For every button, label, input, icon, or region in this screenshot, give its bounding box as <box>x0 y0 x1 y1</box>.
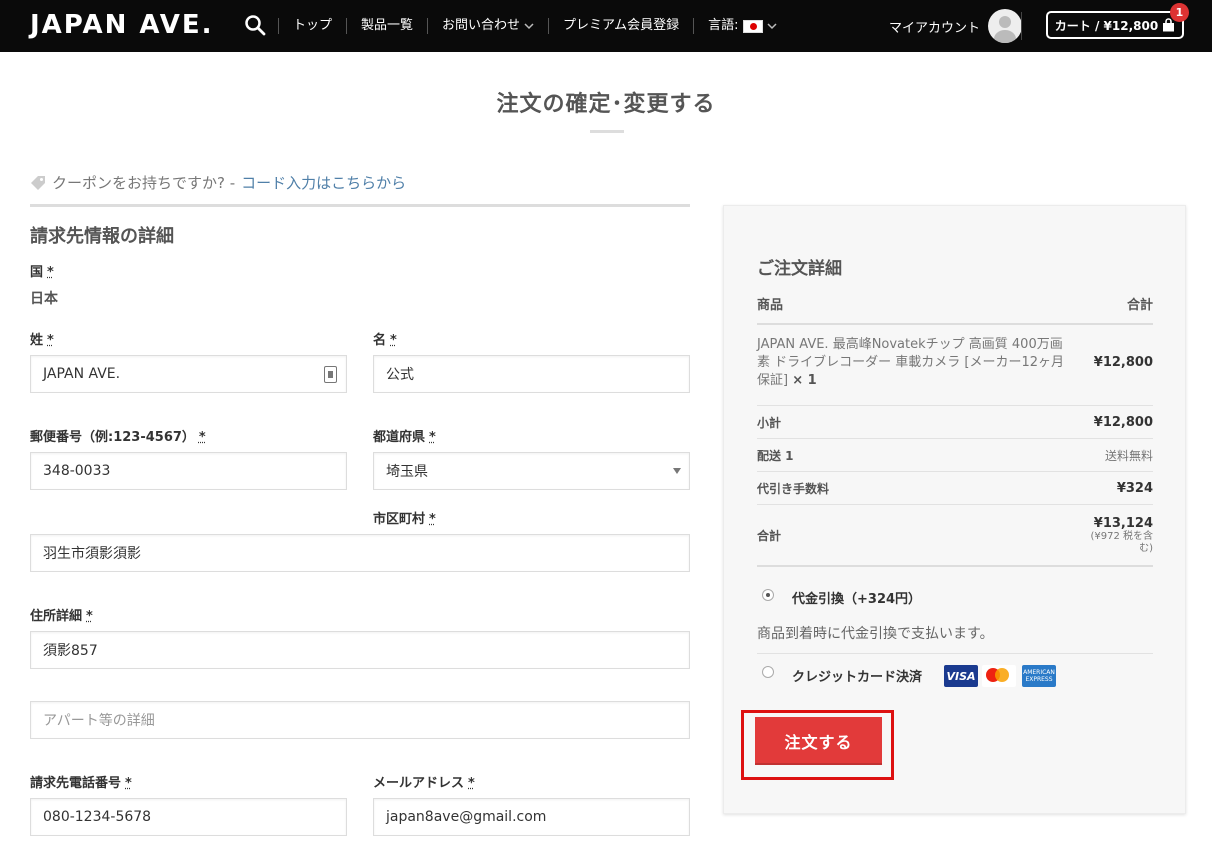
visa-icon: VISA <box>944 665 978 687</box>
main-nav: トップ 製品一覧 お問い合わせ プレミアム会員登録 言語: <box>278 0 791 52</box>
product-price: ¥12,800 <box>1093 355 1153 370</box>
order-summary-panel: ご注文詳細 商品 合計 JAPAN AVE. 最高峰Novatekチップ 高画質… <box>723 205 1186 814</box>
cart-label: カート / ¥12,800 <box>1054 18 1159 33</box>
payment-card-label[interactable]: クレジットカード決済 <box>792 666 922 685</box>
email-field[interactable]: japan8ave@gmail.com <box>373 798 690 836</box>
country-value: 日本 <box>30 291 58 307</box>
postcode-label: 郵便番号（例:123-4567） * <box>30 430 206 445</box>
contact-card-icon[interactable] <box>324 366 337 383</box>
shipping-row: 配送 1 送料無料 <box>757 439 1153 472</box>
coupon-link[interactable]: コード入力はこちらから <box>241 172 406 193</box>
nav-item-premium[interactable]: プレミアム会員登録 <box>548 18 693 34</box>
tag-icon <box>31 175 45 190</box>
billing-section-title: 請求先情報の詳細 <box>30 226 174 247</box>
title-underline <box>590 130 624 133</box>
amex-icon: AMERICAN EXPRESS <box>1022 665 1056 687</box>
coupon-notice: クーポンをお持ちですか? - コード入力はこちらから <box>30 172 406 193</box>
address-label: 住所詳細 * <box>30 609 93 624</box>
dropdown-caret-icon <box>673 468 681 474</box>
site-logo[interactable]: JAPAN AVE. <box>30 10 214 40</box>
coupon-divider <box>30 204 690 207</box>
subtotal-row: 小計 ¥12,800 <box>757 406 1153 439</box>
country-label: 国 * <box>30 265 54 280</box>
nav-item-top[interactable]: トップ <box>278 18 346 34</box>
nav-item-language[interactable]: 言語: <box>693 18 790 34</box>
prefecture-label: 都道府県 * <box>373 430 436 445</box>
city-label: 市区町村 * <box>373 512 436 527</box>
my-account-link[interactable]: マイアカウント <box>889 0 1023 52</box>
phone-field[interactable]: 080-1234-5678 <box>30 798 347 836</box>
prefecture-select[interactable]: 埼玉県 <box>373 452 690 490</box>
top-navbar: JAPAN AVE. トップ 製品一覧 お問い合わせ プレミアム会員登録 言語:… <box>0 0 1212 52</box>
total-value: ¥13,124 <box>1093 515 1153 531</box>
address2-field[interactable]: アパート等の詳細 <box>30 701 690 739</box>
product-name: JAPAN AVE. 最高峰Novatekチップ 高画質 400万画素 ドライブ… <box>757 336 1065 388</box>
cart-count-badge: 1 <box>1170 3 1189 22</box>
address-field[interactable]: 須影857 <box>30 631 690 669</box>
payment-cod-description: 商品到着時に代金引換で支払います。 <box>757 626 994 642</box>
cart-button[interactable]: カート / ¥12,800 <box>1046 11 1184 39</box>
col-product: 商品 <box>757 298 784 313</box>
order-summary-title: ご注文詳細 <box>757 259 842 279</box>
first-name-field[interactable]: 公式 <box>373 355 690 393</box>
place-order-button[interactable]: 注文する <box>755 717 882 765</box>
nav-item-products[interactable]: 製品一覧 <box>346 18 427 34</box>
search-icon[interactable] <box>244 14 266 36</box>
payment-cod-radio[interactable] <box>762 589 774 601</box>
chevron-down-icon <box>524 23 534 30</box>
tax-note: (¥972 税を含む) <box>1090 530 1153 554</box>
order-item-row: JAPAN AVE. 最高峰Novatekチップ 高画質 400万画素 ドライブ… <box>757 320 1153 406</box>
nav-item-contact[interactable]: お問い合わせ <box>427 18 548 34</box>
avatar <box>988 9 1023 43</box>
payment-cod-label[interactable]: 代金引換（+324円） <box>792 588 921 607</box>
cod-fee-row: 代引き手数料 ¥324 <box>757 472 1153 505</box>
city-field[interactable]: 羽生市須影須影 <box>30 534 690 572</box>
email-label: メールアドレス * <box>373 776 475 791</box>
first-name-label: 名 * <box>373 333 397 348</box>
phone-label: 請求先電話番号 * <box>30 776 132 791</box>
header-divider <box>1021 12 1022 40</box>
my-account-label: マイアカウント <box>889 20 981 36</box>
mastercard-icon <box>982 665 1016 687</box>
last-name-field[interactable]: JAPAN AVE. <box>30 355 347 393</box>
last-name-label: 姓 * <box>30 333 54 348</box>
total-row: 合計 ¥13,124 (¥972 税を含む) <box>757 505 1153 567</box>
payment-card-radio[interactable] <box>762 666 774 678</box>
payment-divider <box>757 653 1153 654</box>
postcode-field[interactable]: 348-0033 <box>30 452 347 490</box>
japan-flag-icon <box>742 19 763 33</box>
page-title: 注文の確定･変更する <box>496 92 716 117</box>
coupon-text: クーポンをお持ちですか? - <box>52 174 236 192</box>
col-total: 合計 <box>1126 298 1153 313</box>
chevron-down-icon <box>767 23 777 30</box>
